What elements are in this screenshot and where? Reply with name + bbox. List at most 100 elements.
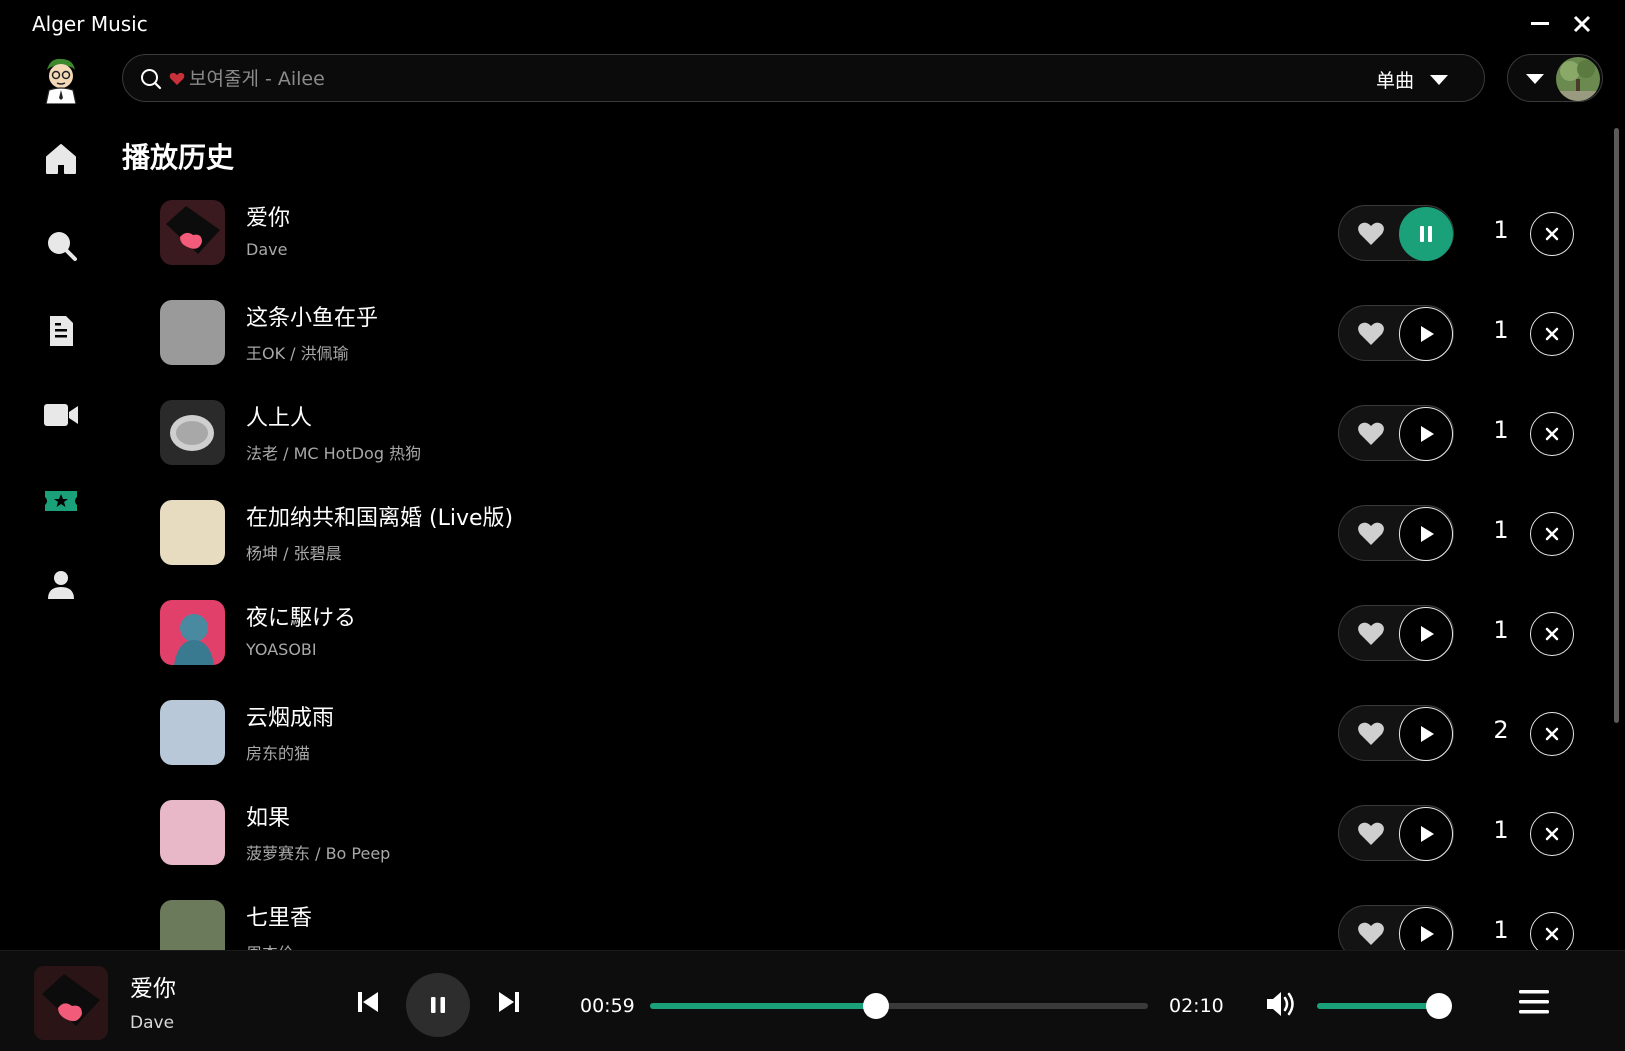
- song-cover[interactable]: [160, 300, 225, 365]
- remove-button[interactable]: [1530, 912, 1574, 950]
- like-button[interactable]: [1357, 221, 1385, 247]
- song-row[interactable]: 夜に駆ける YOASOBI 1: [150, 590, 1575, 690]
- song-cover[interactable]: [160, 700, 225, 765]
- app-title: Alger Music: [32, 12, 148, 36]
- song-cover[interactable]: [160, 400, 225, 465]
- user-avatar: [1556, 57, 1600, 101]
- volume-icon: [1267, 992, 1294, 1016]
- search-icon: [141, 69, 162, 90]
- play-count: 1: [1493, 616, 1509, 644]
- song-play-button[interactable]: [1399, 907, 1453, 950]
- progress-slider[interactable]: [650, 993, 1148, 1019]
- song-row[interactable]: 爱你 Dave 1: [150, 190, 1575, 290]
- close-icon: [1545, 327, 1559, 341]
- app-window: Alger Music 单曲: [0, 0, 1625, 1051]
- song-play-button[interactable]: [1399, 507, 1453, 561]
- nav-search[interactable]: [42, 226, 80, 264]
- heart-icon: [1358, 922, 1384, 945]
- close-button[interactable]: [1567, 10, 1597, 40]
- song-cover[interactable]: [160, 200, 225, 265]
- song-play-button[interactable]: [1399, 407, 1453, 461]
- avatar-icon: [45, 58, 77, 105]
- user-menu-button[interactable]: [1507, 54, 1603, 102]
- song-title: 爱你: [246, 206, 291, 231]
- chevron-down-icon: [1430, 74, 1448, 85]
- like-button[interactable]: [1357, 721, 1385, 747]
- nav-video[interactable]: [42, 396, 80, 434]
- like-button[interactable]: [1357, 521, 1385, 547]
- close-icon: [1545, 927, 1559, 941]
- nav-history[interactable]: [42, 482, 80, 520]
- progress-knob[interactable]: [863, 993, 890, 1019]
- remove-button[interactable]: [1530, 412, 1574, 456]
- song-row[interactable]: 如果 菠萝赛东 / Bo Peep 1: [150, 790, 1575, 890]
- song-cover[interactable]: [160, 600, 225, 665]
- remove-button[interactable]: [1530, 512, 1574, 556]
- remove-button[interactable]: [1530, 612, 1574, 656]
- play-count: 1: [1493, 816, 1509, 844]
- song-play-button[interactable]: [1399, 807, 1453, 861]
- like-button[interactable]: [1357, 821, 1385, 847]
- song-artist: YOASOBI: [246, 640, 317, 659]
- minimize-button[interactable]: [1525, 10, 1555, 40]
- previous-button[interactable]: [355, 989, 381, 1015]
- nav-user[interactable]: [42, 566, 80, 604]
- search-type-dropdown[interactable]: 单曲: [1376, 66, 1448, 93]
- song-play-button[interactable]: [1399, 207, 1453, 261]
- like-button[interactable]: [1357, 321, 1385, 347]
- app-avatar[interactable]: [40, 56, 82, 105]
- play-pause-button[interactable]: [406, 973, 470, 1037]
- volume-knob[interactable]: [1426, 993, 1452, 1019]
- scrollbar[interactable]: [1614, 128, 1619, 723]
- progress-fill: [650, 1003, 877, 1009]
- nav-home[interactable]: [42, 140, 80, 178]
- page-title: 播放历史: [122, 141, 235, 174]
- pause-icon: [431, 997, 445, 1013]
- remove-button[interactable]: [1530, 312, 1574, 356]
- current-time: 00:59: [580, 995, 635, 1017]
- song-cover[interactable]: [160, 900, 225, 950]
- play-icon: [1421, 426, 1434, 442]
- like-button[interactable]: [1357, 621, 1385, 647]
- song-row[interactable]: 在加纳共和国离婚 (Live版) 杨坤 / 张碧晨 1: [150, 490, 1575, 590]
- song-artist: 杨坤 / 张碧晨: [246, 544, 342, 563]
- heart-icon: [1358, 722, 1384, 745]
- song-cover[interactable]: [160, 800, 225, 865]
- history-list: 爱你 Dave 1 这条小鱼在乎 王OK / 洪佩瑜 1 人上人 法老 / MC HotDog…: [150, 190, 1575, 950]
- song-actions: [1338, 605, 1454, 661]
- song-play-button[interactable]: [1399, 307, 1453, 361]
- song-row[interactable]: 七里香周杰伦 1: [150, 890, 1575, 950]
- total-time: 02:10: [1169, 995, 1224, 1017]
- chevron-down-icon: [1526, 74, 1544, 84]
- song-row[interactable]: 人上人 法老 / MC HotDog 热狗 1: [150, 390, 1575, 490]
- song-artist: 菠萝赛东 / Bo Peep: [246, 844, 391, 863]
- song-actions: [1338, 205, 1454, 261]
- remove-button[interactable]: [1530, 712, 1574, 756]
- now-playing-cover[interactable]: [34, 966, 108, 1040]
- song-row[interactable]: 这条小鱼在乎 王OK / 洪佩瑜 1: [150, 290, 1575, 390]
- search-input[interactable]: [189, 63, 1269, 95]
- nav-playlist[interactable]: [42, 312, 80, 350]
- song-row[interactable]: 云烟成雨 房东的猫 2: [150, 690, 1575, 790]
- song-play-button[interactable]: [1399, 707, 1453, 761]
- search-bar: 单曲: [122, 54, 1485, 102]
- search-type-label: 单曲: [1375, 70, 1414, 92]
- song-artist: 周杰伦: [246, 940, 294, 950]
- document-icon: [50, 316, 73, 346]
- menu-icon: [1519, 990, 1549, 1014]
- remove-button[interactable]: [1530, 212, 1574, 256]
- user-icon: [48, 571, 74, 599]
- song-cover[interactable]: [160, 500, 225, 565]
- remove-button[interactable]: [1530, 812, 1574, 856]
- like-button[interactable]: [1357, 421, 1385, 447]
- volume-button[interactable]: [1264, 989, 1298, 1019]
- heart-icon: [1358, 322, 1384, 345]
- now-playing-artist: Dave: [130, 1013, 175, 1033]
- like-button[interactable]: [1357, 921, 1385, 947]
- play-count: 1: [1493, 516, 1509, 544]
- playlist-button[interactable]: [1518, 987, 1550, 1017]
- song-artist: 房东的猫: [246, 744, 311, 763]
- next-button[interactable]: [496, 989, 522, 1015]
- volume-slider[interactable]: [1317, 993, 1452, 1019]
- song-play-button[interactable]: [1399, 607, 1453, 661]
